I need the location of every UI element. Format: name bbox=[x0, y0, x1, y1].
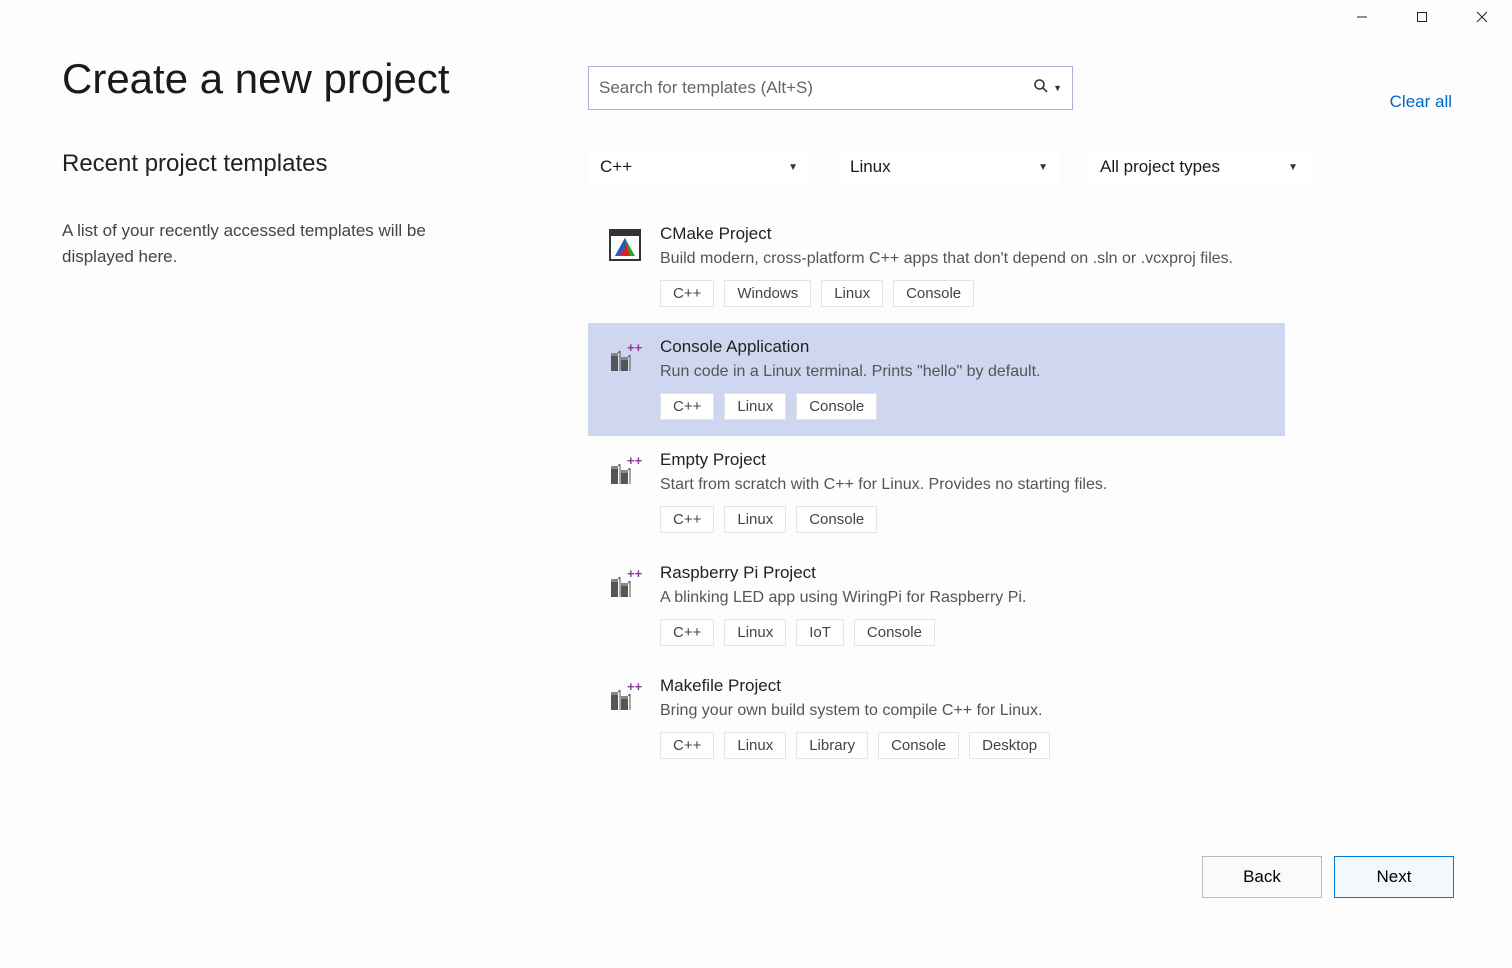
template-tags: C++ Linux Console bbox=[660, 506, 1265, 533]
template-tag: Desktop bbox=[969, 732, 1050, 759]
template-tag: C++ bbox=[660, 619, 714, 646]
search-input[interactable] bbox=[599, 78, 1033, 98]
page-title: Create a new project bbox=[62, 55, 450, 103]
template-tag: Linux bbox=[724, 619, 786, 646]
language-filter-value: C++ bbox=[600, 157, 632, 177]
template-tag: Linux bbox=[724, 732, 786, 759]
cmake-icon bbox=[608, 228, 642, 262]
template-tag: C++ bbox=[660, 732, 714, 759]
recent-templates-heading: Recent project templates bbox=[62, 150, 492, 178]
maximize-button[interactable] bbox=[1392, 0, 1452, 34]
template-title: Raspberry Pi Project bbox=[660, 563, 1265, 583]
search-icon[interactable] bbox=[1033, 78, 1049, 99]
template-tags: C++ Linux Library Console Desktop bbox=[660, 732, 1265, 759]
template-tag: Console bbox=[796, 393, 877, 420]
cpp-project-icon bbox=[608, 341, 642, 375]
language-filter[interactable]: C++ ▼ bbox=[588, 148, 810, 186]
template-tag: C++ bbox=[660, 280, 714, 307]
template-tag: Linux bbox=[724, 506, 786, 533]
chevron-down-icon: ▼ bbox=[788, 162, 798, 173]
template-description: Run code in a Linux terminal. Prints "he… bbox=[660, 363, 1265, 381]
template-title: CMake Project bbox=[660, 224, 1265, 244]
back-button[interactable]: Back bbox=[1202, 856, 1322, 898]
template-title: Console Application bbox=[660, 337, 1265, 357]
template-tags: C++ Linux IoT Console bbox=[660, 619, 1265, 646]
template-item[interactable]: CMake Project Build modern, cross-platfor… bbox=[588, 210, 1285, 323]
platform-filter[interactable]: Linux ▼ bbox=[838, 148, 1060, 186]
template-tag: Console bbox=[893, 280, 974, 307]
cpp-project-icon bbox=[608, 454, 642, 488]
template-tag: Console bbox=[854, 619, 935, 646]
template-tag: Console bbox=[796, 506, 877, 533]
template-tag: Linux bbox=[724, 393, 786, 420]
cpp-project-icon bbox=[608, 680, 642, 714]
template-tag: Console bbox=[878, 732, 959, 759]
clear-all-link[interactable]: Clear all bbox=[1390, 92, 1452, 112]
template-item[interactable]: Raspberry Pi Project A blinking LED app u… bbox=[588, 549, 1285, 662]
close-button[interactable] bbox=[1452, 0, 1512, 34]
search-container: ▼ bbox=[588, 66, 1073, 110]
template-description: A blinking LED app using WiringPi for Ra… bbox=[660, 589, 1265, 607]
template-tag: C++ bbox=[660, 393, 714, 420]
template-description: Bring your own build system to compile C… bbox=[660, 702, 1265, 720]
chevron-down-icon: ▼ bbox=[1038, 162, 1048, 173]
template-item[interactable]: Empty Project Start from scratch with C++… bbox=[588, 436, 1285, 549]
template-title: Makefile Project bbox=[660, 676, 1265, 696]
template-description: Build modern, cross-platform C++ apps th… bbox=[660, 250, 1265, 268]
template-item[interactable]: Makefile Project Bring your own build sys… bbox=[588, 662, 1285, 775]
platform-filter-value: Linux bbox=[850, 157, 891, 177]
recent-templates-description: A list of your recently accessed templat… bbox=[62, 218, 492, 269]
template-description: Start from scratch with C++ for Linux. P… bbox=[660, 476, 1265, 494]
template-tag: IoT bbox=[796, 619, 844, 646]
project-type-filter[interactable]: All project types ▼ bbox=[1088, 148, 1310, 186]
template-tag: Windows bbox=[724, 280, 811, 307]
template-tags: C++ Windows Linux Console bbox=[660, 280, 1265, 307]
template-tag: Linux bbox=[821, 280, 883, 307]
next-button[interactable]: Next bbox=[1334, 856, 1454, 898]
search-dropdown-chevron[interactable]: ▼ bbox=[1053, 83, 1062, 93]
cpp-project-icon bbox=[608, 567, 642, 601]
template-list: CMake Project Build modern, cross-platfor… bbox=[588, 210, 1285, 775]
template-tag: Library bbox=[796, 732, 868, 759]
template-tag: C++ bbox=[660, 506, 714, 533]
template-title: Empty Project bbox=[660, 450, 1265, 470]
template-item[interactable]: Console Application Run code in a Linux t… bbox=[588, 323, 1285, 436]
chevron-down-icon: ▼ bbox=[1288, 162, 1298, 173]
minimize-button[interactable] bbox=[1332, 0, 1392, 34]
template-tags: C++ Linux Console bbox=[660, 393, 1265, 420]
project-type-filter-value: All project types bbox=[1100, 157, 1220, 177]
